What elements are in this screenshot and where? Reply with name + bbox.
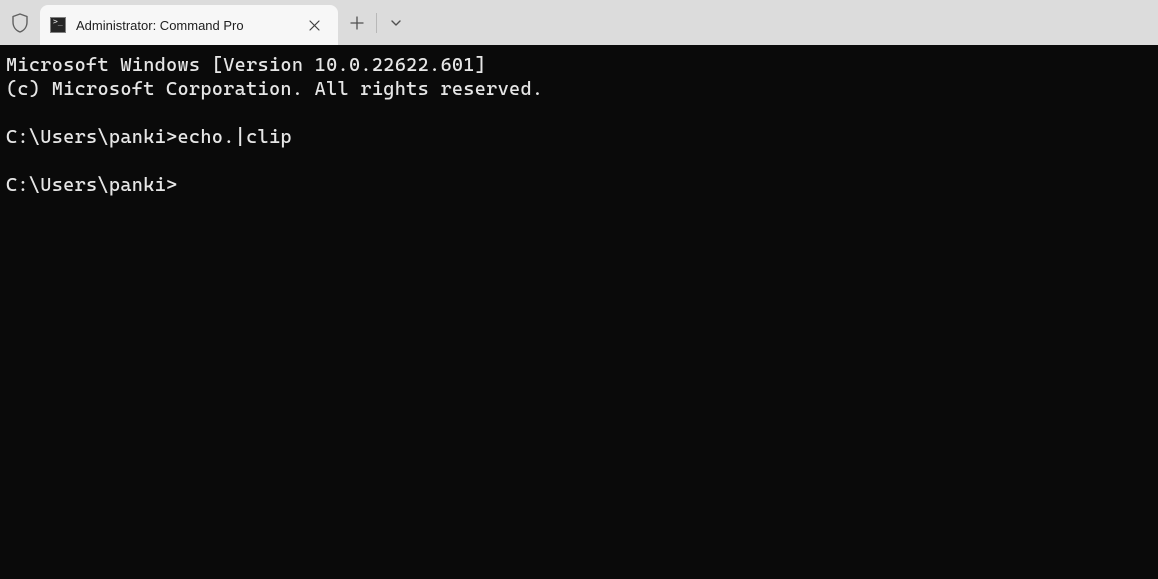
terminal-output[interactable]: Microsoft Windows [Version 10.0.22622.60…: [0, 45, 1158, 579]
chevron-down-icon: [390, 17, 402, 29]
new-tab-button[interactable]: [338, 0, 376, 45]
terminal-line: C:\Users\panki>: [6, 173, 1152, 197]
terminal-line: [6, 149, 1152, 173]
tab-dropdown-button[interactable]: [377, 0, 415, 45]
titlebar-controls: [338, 0, 415, 45]
close-icon[interactable]: [300, 11, 328, 39]
terminal-line: [6, 101, 1152, 125]
terminal-tab[interactable]: Administrator: Command Pro: [40, 5, 338, 45]
terminal-line: (c) Microsoft Corporation. All rights re…: [6, 77, 1152, 101]
terminal-line: C:\Users\panki>echo.|clip: [6, 125, 1152, 149]
terminal-line: Microsoft Windows [Version 10.0.22622.60…: [6, 53, 1152, 77]
shield-icon: [0, 0, 40, 45]
cmd-icon: [50, 17, 66, 33]
tab-title: Administrator: Command Pro: [76, 18, 300, 33]
window-titlebar: Administrator: Command Pro: [0, 0, 1158, 45]
